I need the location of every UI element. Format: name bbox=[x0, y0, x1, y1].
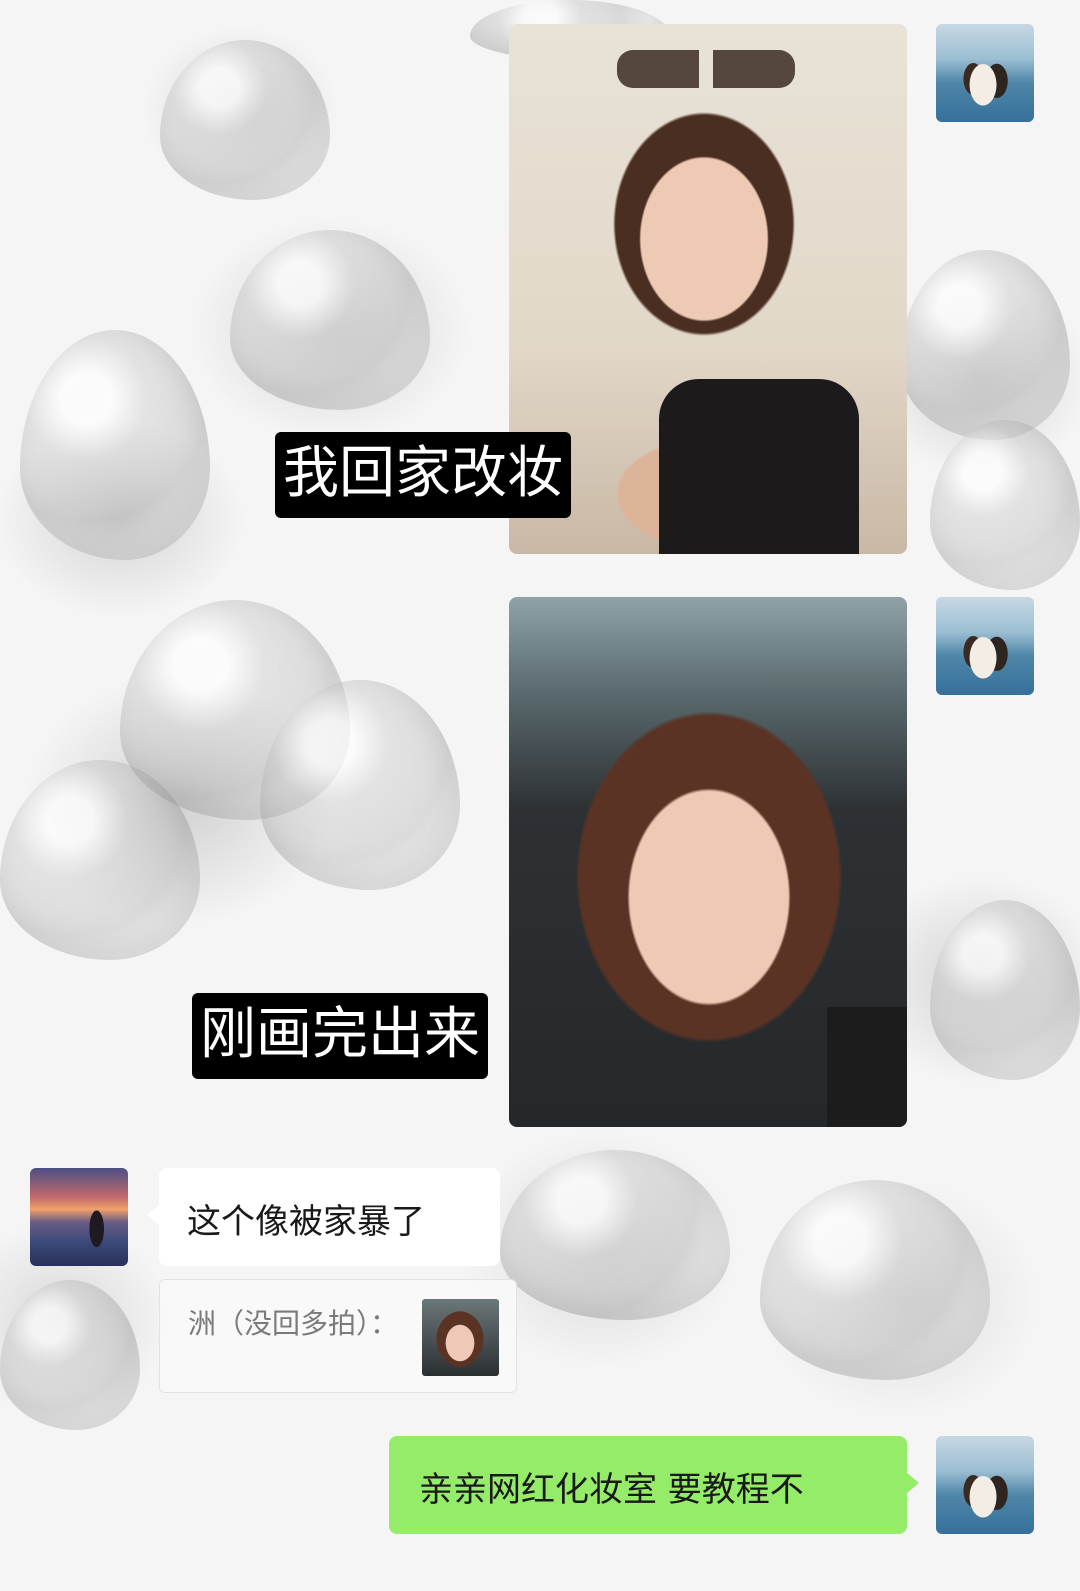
image-caption: 刚画完出来 bbox=[192, 993, 488, 1079]
quote-thumbnail bbox=[422, 1299, 499, 1376]
message-text: 亲亲网红化妆室 要教程不 bbox=[419, 1470, 804, 1510]
avatar-couple-icon[interactable] bbox=[936, 24, 1034, 122]
message-bubble[interactable]: 这个像被家暴了 bbox=[147, 1168, 500, 1266]
message-bubble[interactable]: 亲亲网红化妆室 要教程不 bbox=[389, 1436, 919, 1534]
message-text: 这个像被家暴了 bbox=[187, 1202, 425, 1242]
avatar-couple-icon[interactable] bbox=[936, 597, 1034, 695]
chat-image-selfie[interactable] bbox=[509, 597, 907, 1127]
quote-text: 洲（没回多拍）： bbox=[188, 1307, 399, 1340]
avatar-couple-icon[interactable] bbox=[936, 1436, 1034, 1534]
quoted-message[interactable]: 洲（没回多拍）： bbox=[159, 1279, 517, 1393]
image-caption: 我回家改妆 bbox=[275, 432, 571, 518]
avatar-sunset-icon[interactable] bbox=[30, 1168, 128, 1266]
